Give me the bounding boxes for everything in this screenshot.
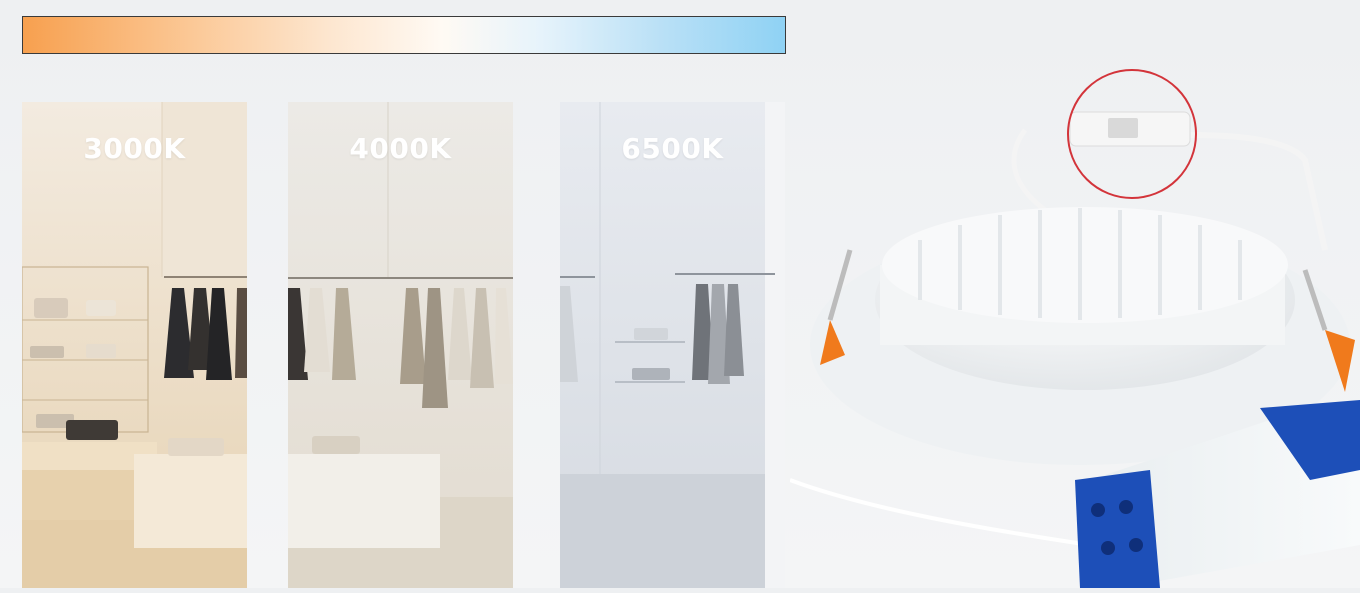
scene-panel-3000k: 3000K xyxy=(22,102,247,588)
neutral-boutique-scene xyxy=(288,102,513,588)
color-temperature-label: 6500K xyxy=(621,132,724,165)
color-temperature-gradient-bar xyxy=(22,16,786,54)
downlight-product-image xyxy=(789,0,1360,588)
scene-panel-6500k: 6500K xyxy=(560,102,785,588)
cool-boutique-scene xyxy=(560,102,785,588)
recessed-downlight-illustration xyxy=(789,69,1360,588)
scene-panel-4000k: 4000K xyxy=(288,102,513,588)
warm-boutique-scene xyxy=(22,102,247,588)
color-temperature-label: 3000K xyxy=(83,132,186,165)
color-temperature-label: 4000K xyxy=(349,132,452,165)
